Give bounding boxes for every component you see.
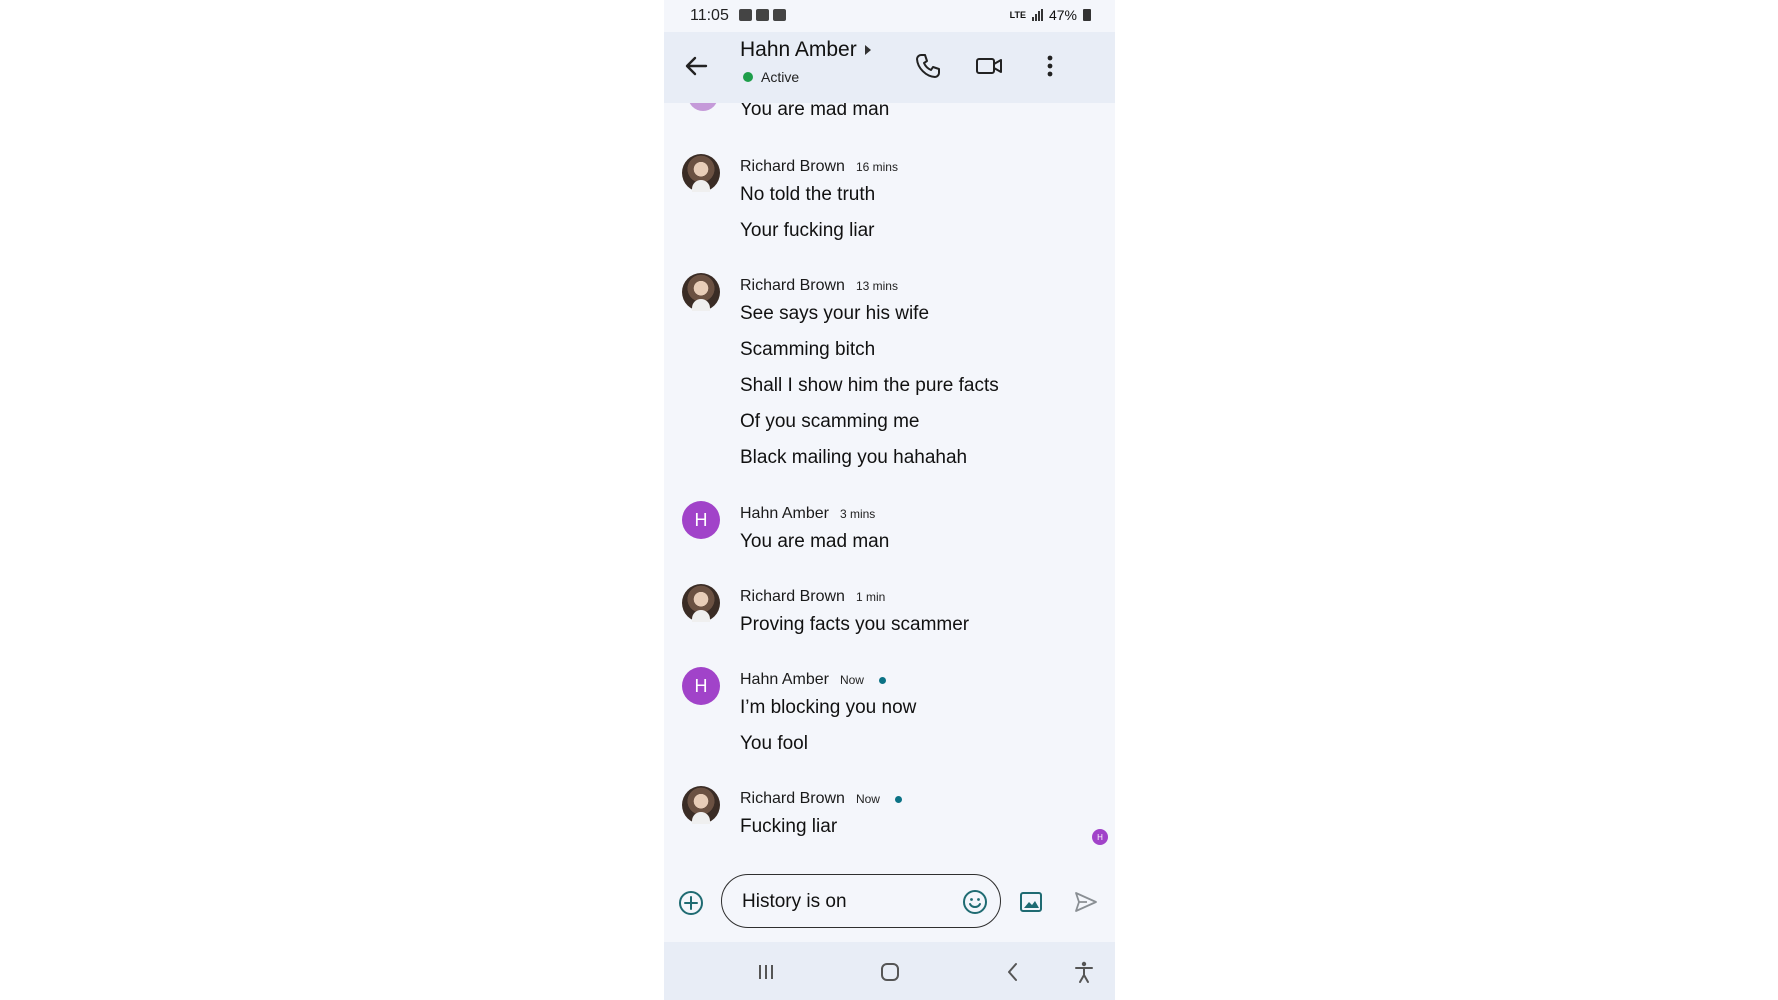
arrow-left-icon <box>685 56 708 76</box>
sender-name: Richard Brown <box>740 277 845 294</box>
battery-percent: 47% <box>1048 7 1077 23</box>
chat-header: Hahn Amber Active <box>664 32 1115 103</box>
emoji-button[interactable] <box>962 889 988 915</box>
recents-button[interactable] <box>752 958 780 986</box>
avatar[interactable] <box>682 786 720 824</box>
sender-name: Hahn Amber <box>740 505 829 522</box>
avatar[interactable] <box>682 273 720 311</box>
add-circle-icon <box>679 891 703 915</box>
avatar <box>688 103 718 111</box>
message-list[interactable]: You are mad man Richard Brown 16 mins No… <box>664 103 1115 860</box>
read-receipt-avatar: H <box>1092 829 1108 845</box>
sender-name: Richard Brown <box>740 158 845 175</box>
signal-icon <box>1031 9 1043 21</box>
message-time: 13 mins <box>855 279 898 293</box>
more-vert-icon <box>1047 55 1053 77</box>
message-time: 1 min <box>855 590 886 604</box>
accessibility-button[interactable] <box>1070 958 1098 986</box>
message-text[interactable]: I’m blocking you now <box>740 697 916 719</box>
conversation-title-block[interactable]: Hahn Amber Active <box>740 38 871 85</box>
message-time: 16 mins <box>855 160 898 174</box>
avatar[interactable]: H <box>682 667 720 705</box>
system-nav-bar <box>664 942 1115 1000</box>
network-type: LTE <box>1009 10 1026 20</box>
message-text[interactable]: Shall I show him the pure facts <box>740 375 999 397</box>
nav-back-button[interactable] <box>999 958 1027 986</box>
composer <box>664 860 1115 942</box>
send-icon <box>1075 892 1097 912</box>
phone-screen: 11:05 LTE 47% Hahn Amber Active You are … <box>664 0 1115 1000</box>
video-call-button[interactable] <box>973 50 1005 82</box>
message-time: Now <box>855 792 880 806</box>
notification-icons <box>739 9 786 21</box>
message-text[interactable]: See says your his wife <box>740 303 929 325</box>
video-camera-icon <box>976 58 1002 74</box>
message-input-container <box>721 874 1001 928</box>
emoji-icon <box>963 890 987 914</box>
accessibility-icon <box>1075 961 1093 983</box>
status-right: LTE 47% <box>1010 7 1091 23</box>
status-time: 11:05 <box>690 7 729 24</box>
sender-name: Hahn Amber <box>740 671 829 688</box>
send-button[interactable] <box>1073 890 1099 914</box>
message-text[interactable]: You are mad man <box>740 531 889 553</box>
status-bar: 11:05 LTE 47% <box>664 0 1115 32</box>
message-input[interactable] <box>740 887 954 917</box>
recents-icon <box>759 965 773 979</box>
message-text: You are mad man <box>740 103 890 120</box>
home-button[interactable] <box>876 958 904 986</box>
image-icon <box>1020 892 1042 912</box>
avatar[interactable] <box>682 154 720 192</box>
sender-name: Richard Brown <box>740 790 845 807</box>
image-button[interactable] <box>1019 890 1043 914</box>
mail-notification-icon <box>773 9 786 21</box>
message-time: 3 mins <box>839 507 876 521</box>
phone-icon <box>916 54 940 78</box>
message-text[interactable]: No told the truth <box>740 184 875 206</box>
seen-indicator <box>878 676 886 684</box>
conversation-title: Hahn Amber <box>740 38 857 61</box>
message-text[interactable]: Black mailing you hahahah <box>740 447 967 469</box>
chevron-right-icon <box>864 45 871 55</box>
back-icon <box>1008 963 1017 981</box>
message-text[interactable]: Fucking liar <box>740 816 837 838</box>
home-icon <box>881 963 899 981</box>
avatar[interactable] <box>682 584 720 622</box>
gallery-notification-icon <box>739 9 752 21</box>
seen-indicator <box>894 795 902 803</box>
message-text[interactable]: Of you scamming me <box>740 411 920 433</box>
message-text[interactable]: Proving facts you scammer <box>740 614 969 636</box>
message-time: Now <box>839 673 864 687</box>
presence-status: Active <box>761 69 800 85</box>
message-text[interactable]: Scamming bitch <box>740 339 875 361</box>
back-button[interactable] <box>680 50 712 82</box>
sender-name: Richard Brown <box>740 588 845 605</box>
battery-icon <box>1083 9 1091 21</box>
message-text[interactable]: Your fucking liar <box>740 220 874 242</box>
more-options-button[interactable] <box>1034 50 1066 82</box>
presence-dot <box>743 72 753 82</box>
call-button[interactable] <box>912 50 944 82</box>
message-text[interactable]: You fool <box>740 733 808 755</box>
word-notification-icon <box>756 9 769 21</box>
add-attachment-button[interactable] <box>678 890 704 916</box>
avatar[interactable]: H <box>682 501 720 539</box>
